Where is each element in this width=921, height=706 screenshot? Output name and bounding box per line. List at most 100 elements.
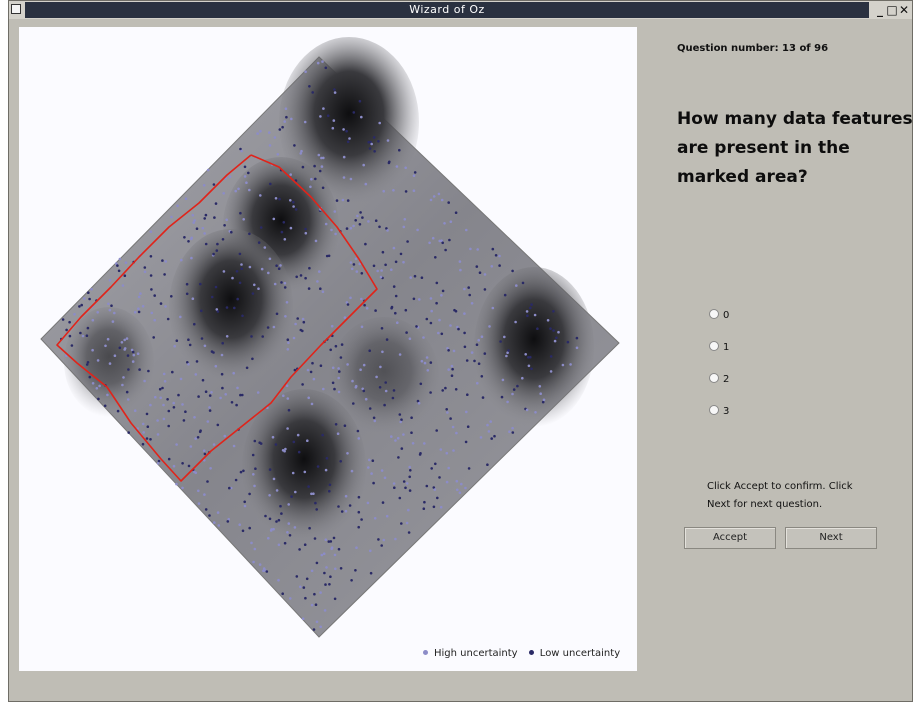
uncertainty-point bbox=[352, 111, 356, 114]
option-label: 3 bbox=[723, 406, 730, 417]
uncertainty-point bbox=[333, 387, 336, 391]
uncertainty-point bbox=[200, 309, 203, 313]
uncertainty-point bbox=[404, 486, 407, 490]
uncertainty-point bbox=[374, 309, 377, 312]
uncertainty-point bbox=[258, 563, 262, 566]
uncertainty-point bbox=[357, 495, 361, 499]
uncertainty-point bbox=[120, 341, 124, 344]
uncertainty-point bbox=[253, 439, 257, 443]
uncertainty-point bbox=[116, 264, 119, 267]
terrain-visualization[interactable]: High uncertainty Low uncertainty bbox=[19, 27, 637, 671]
uncertainty-point bbox=[494, 254, 498, 257]
uncertainty-point bbox=[447, 349, 450, 352]
uncertainty-point bbox=[252, 560, 255, 564]
uncertainty-point bbox=[444, 386, 447, 390]
maximize-icon[interactable]: □ bbox=[886, 1, 898, 19]
uncertainty-point bbox=[301, 165, 305, 169]
uncertainty-point bbox=[489, 420, 493, 423]
uncertainty-point bbox=[369, 571, 373, 575]
uncertainty-point bbox=[429, 198, 433, 202]
answer-option-0[interactable]: 0 bbox=[709, 309, 729, 323]
uncertainty-point bbox=[499, 340, 502, 343]
uncertainty-point bbox=[215, 249, 219, 252]
minimize-icon[interactable]: _ bbox=[874, 1, 886, 19]
uncertainty-point bbox=[273, 136, 277, 139]
uncertainty-point bbox=[552, 310, 555, 313]
uncertainty-point bbox=[464, 486, 467, 490]
uncertainty-point bbox=[434, 256, 437, 259]
uncertainty-point bbox=[524, 353, 527, 356]
uncertainty-point bbox=[438, 318, 441, 322]
answer-option-3[interactable]: 3 bbox=[709, 405, 729, 419]
uncertainty-point bbox=[315, 508, 319, 511]
uncertainty-point bbox=[203, 217, 206, 220]
uncertainty-point bbox=[267, 536, 270, 540]
uncertainty-point bbox=[508, 430, 511, 434]
uncertainty-point bbox=[423, 361, 427, 365]
uncertainty-point bbox=[323, 571, 326, 575]
uncertainty-point bbox=[476, 381, 479, 385]
next-button[interactable]: Next bbox=[785, 527, 877, 549]
uncertainty-point bbox=[175, 339, 179, 343]
uncertainty-point bbox=[181, 486, 184, 490]
uncertainty-point bbox=[429, 361, 433, 364]
uncertainty-point bbox=[430, 467, 434, 470]
uncertainty-point bbox=[287, 503, 291, 506]
uncertainty-point bbox=[61, 318, 65, 321]
radio-icon[interactable] bbox=[709, 373, 719, 383]
uncertainty-point bbox=[216, 423, 220, 427]
uncertainty-point bbox=[381, 350, 384, 354]
close-icon[interactable]: ✕ bbox=[898, 1, 910, 19]
uncertainty-point bbox=[235, 270, 239, 273]
uncertainty-point bbox=[400, 447, 404, 450]
uncertainty-point bbox=[333, 553, 337, 557]
uncertainty-point bbox=[399, 420, 403, 424]
uncertainty-point bbox=[511, 426, 514, 430]
uncertainty-point bbox=[467, 467, 471, 470]
uncertainty-point bbox=[306, 368, 310, 372]
uncertainty-point bbox=[292, 200, 295, 204]
uncertainty-point bbox=[526, 314, 529, 318]
uncertainty-point bbox=[256, 132, 259, 135]
accept-button[interactable]: Accept bbox=[684, 527, 776, 549]
uncertainty-point bbox=[539, 392, 542, 396]
uncertainty-point bbox=[190, 236, 193, 240]
uncertainty-point bbox=[221, 341, 224, 345]
uncertainty-point bbox=[214, 202, 218, 205]
uncertainty-point bbox=[248, 492, 251, 496]
uncertainty-point bbox=[451, 367, 454, 371]
uncertainty-point bbox=[283, 286, 287, 289]
radio-icon[interactable] bbox=[709, 309, 719, 319]
answer-option-1[interactable]: 1 bbox=[709, 341, 729, 355]
uncertainty-point bbox=[349, 296, 352, 300]
uncertainty-point bbox=[355, 546, 358, 549]
uncertainty-point bbox=[136, 352, 140, 356]
uncertainty-point bbox=[281, 125, 284, 129]
title-bar[interactable]: Wizard of Oz _ □✕ bbox=[9, 1, 912, 19]
uncertainty-point bbox=[301, 317, 305, 321]
radio-icon[interactable] bbox=[709, 405, 719, 415]
uncertainty-point bbox=[337, 547, 341, 551]
uncertainty-point bbox=[185, 282, 189, 286]
uncertainty-point bbox=[310, 603, 314, 607]
uncertainty-point bbox=[463, 345, 467, 349]
uncertainty-point bbox=[429, 297, 433, 300]
uncertainty-point bbox=[295, 275, 299, 279]
uncertainty-point bbox=[263, 246, 267, 249]
uncertainty-point bbox=[179, 315, 182, 319]
answer-option-2[interactable]: 2 bbox=[709, 373, 729, 387]
uncertainty-point bbox=[260, 267, 264, 271]
uncertainty-point bbox=[364, 397, 368, 401]
window-menu-icon[interactable] bbox=[11, 4, 21, 14]
uncertainty-point bbox=[225, 335, 229, 338]
radio-icon[interactable] bbox=[709, 341, 719, 351]
uncertainty-point bbox=[315, 561, 319, 565]
uncertainty-point bbox=[309, 185, 312, 189]
uncertainty-point bbox=[253, 484, 256, 488]
uncertainty-point bbox=[383, 403, 386, 407]
uncertainty-point bbox=[439, 448, 443, 451]
uncertainty-point bbox=[555, 336, 558, 340]
uncertainty-point bbox=[396, 436, 400, 440]
uncertainty-point bbox=[313, 537, 317, 540]
uncertainty-point bbox=[301, 383, 304, 386]
